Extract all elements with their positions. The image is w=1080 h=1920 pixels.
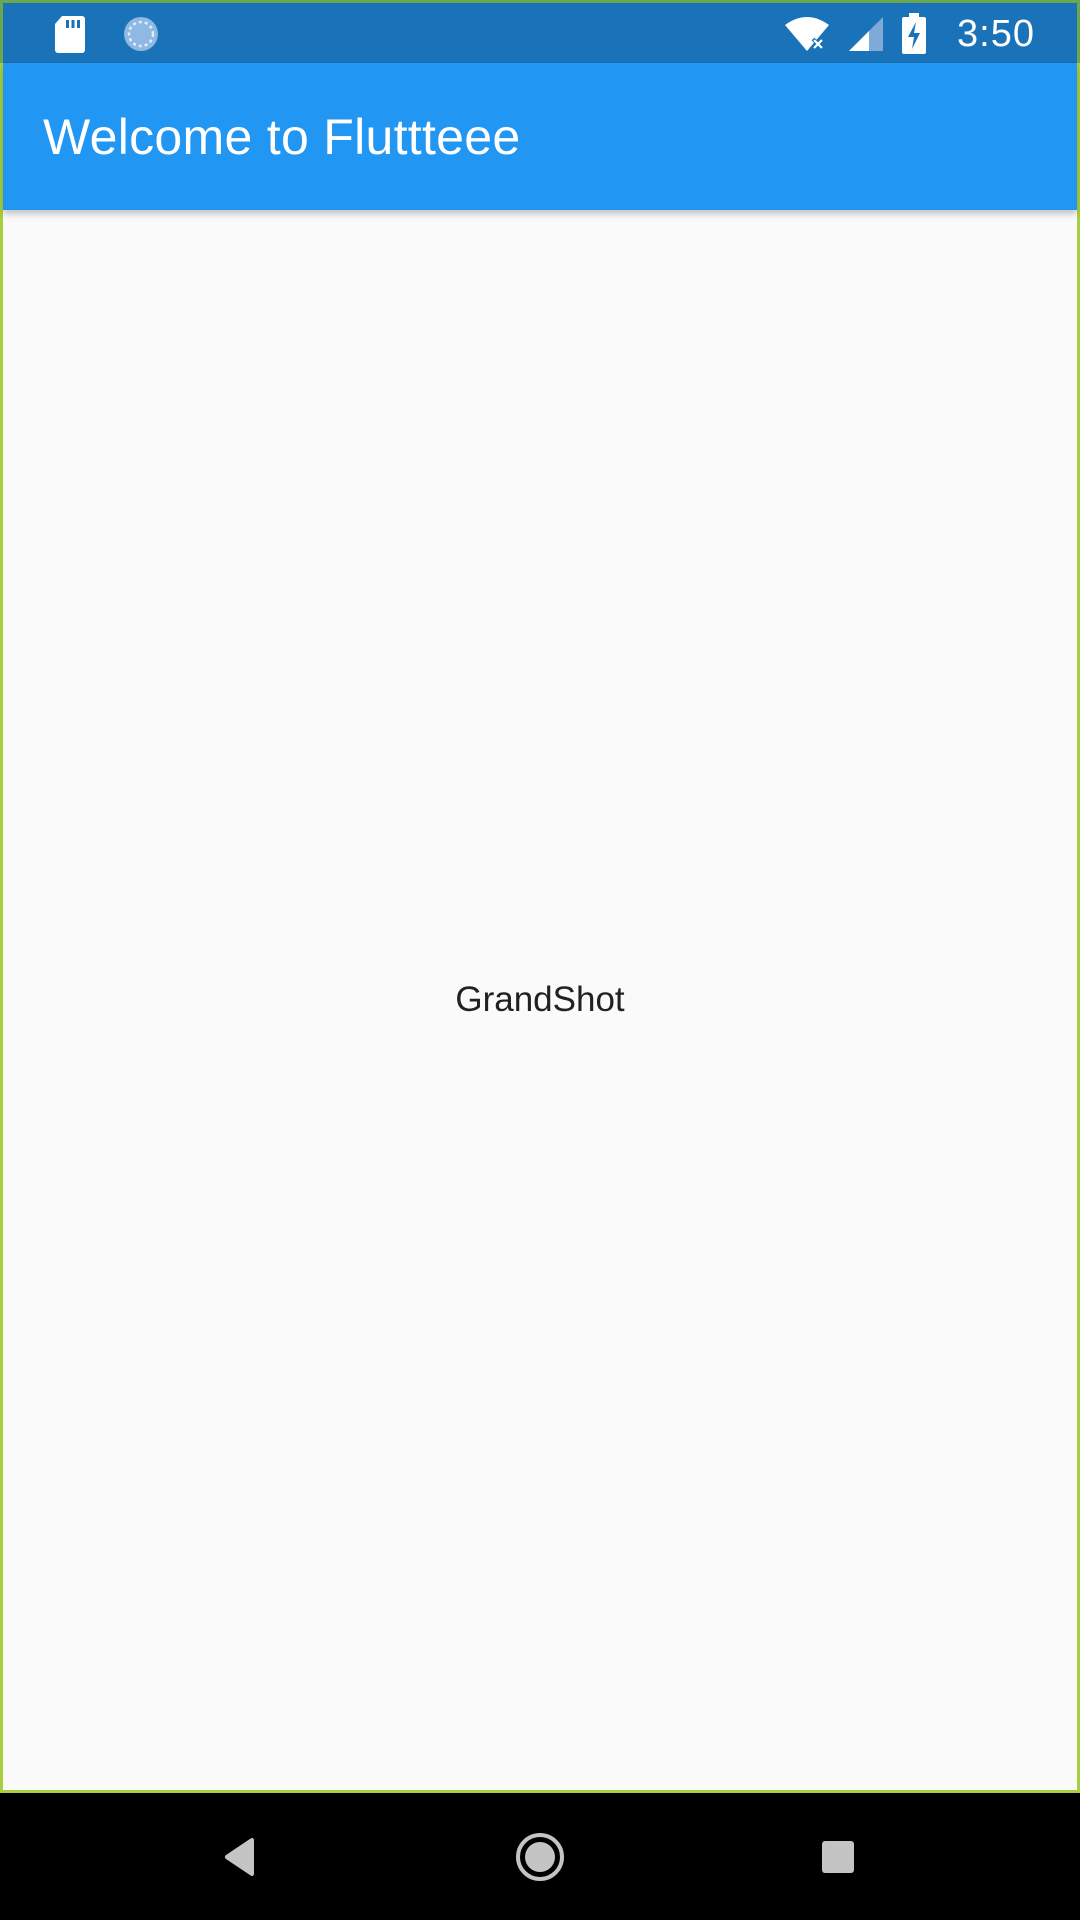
cell-signal-icon (847, 15, 885, 53)
status-bar: 3:50 (0, 0, 1080, 63)
recents-icon (820, 1839, 856, 1875)
sync-icon (121, 14, 161, 54)
back-button[interactable] (170, 1793, 310, 1920)
center-text: GrandShot (455, 980, 625, 1019)
app-title: Welcome to Fluttteee (43, 109, 521, 165)
wifi-off-icon (783, 15, 831, 53)
home-button[interactable] (470, 1793, 610, 1920)
app-bar: Welcome to Fluttteee (3, 63, 1077, 210)
status-time: 3:50 (957, 12, 1035, 55)
status-right-icons: 3:50 (783, 11, 1035, 57)
status-left-icons (53, 11, 161, 57)
navigation-bar (0, 1793, 1080, 1920)
home-icon (515, 1832, 565, 1882)
back-icon (222, 1837, 258, 1877)
phone-screen: 3:50 GrandShot Welcome to Fluttteee (0, 0, 1080, 1920)
sd-card-icon (53, 14, 87, 54)
body-area: GrandShot (0, 63, 1080, 1793)
recents-button[interactable] (768, 1793, 908, 1920)
battery-charging-icon (901, 13, 927, 55)
